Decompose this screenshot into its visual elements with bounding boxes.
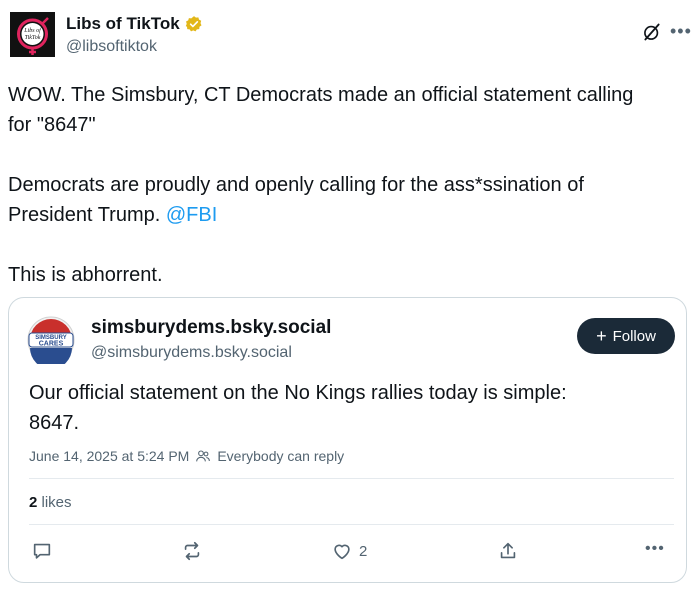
post-line: This is abhorrent. [8, 264, 163, 286]
more-actions-icon[interactable]: ••• [645, 540, 665, 558]
repost-button[interactable] [181, 540, 203, 562]
post-line-text: President Trump. [8, 204, 166, 226]
reply-icon [33, 543, 51, 559]
likes-label: likes [37, 494, 72, 511]
post-line: Democrats are proudly and openly calling… [8, 174, 584, 196]
quoted-meta: June 14, 2025 at 5:24 PM Everybody can r… [29, 448, 344, 464]
post-line: President Trump. @FBI [8, 200, 688, 230]
plus-icon: + [596, 326, 607, 346]
reply-button[interactable] [31, 540, 53, 562]
quoted-text: Our official statement on the No Kings r… [29, 378, 669, 438]
quoted-display-name[interactable]: simsburydems.bsky.social [91, 317, 331, 339]
author-avatar[interactable]: Libs of TikTok [10, 12, 55, 57]
grok-icon[interactable] [642, 22, 662, 42]
libs-of-tiktok-logo: Libs of TikTok [10, 12, 55, 57]
quoted-text-line: Our official statement on the No Kings r… [29, 382, 567, 404]
repost-icon [184, 541, 200, 561]
post-line: for "8647" [8, 114, 96, 136]
author-handle[interactable]: @libsoftiktok [66, 38, 157, 56]
svg-text:Libs of: Libs of [23, 27, 42, 34]
follow-button[interactable]: + Follow [577, 318, 675, 354]
divider [29, 478, 674, 479]
share-icon [500, 542, 516, 559]
divider [29, 524, 674, 525]
quoted-handle[interactable]: @simsburydems.bsky.social [91, 344, 292, 362]
quoted-text-line: 8647. [29, 412, 80, 434]
reply-setting: Everybody can reply [217, 448, 345, 464]
post-line: WOW. The Simsbury, CT Democrats made an … [8, 84, 634, 106]
timestamp[interactable]: June 14, 2025 at 5:24 PM [29, 448, 189, 464]
verified-badge-icon [185, 16, 202, 32]
author-name-row: Libs of TikTok [66, 14, 203, 34]
share-button[interactable] [497, 540, 519, 562]
post-text: WOW. The Simsbury, CT Democrats made an … [8, 80, 688, 290]
embedded-bluesky-post[interactable]: SIMSBURY CARES simsburydems.bsky.social … [8, 297, 687, 583]
follow-label: Follow [612, 327, 656, 345]
like-count: 2 [359, 542, 368, 560]
like-button[interactable]: 2 [331, 540, 367, 562]
action-bar: 2 ••• [9, 534, 686, 574]
simsbury-cares-avatar[interactable]: SIMSBURY CARES [27, 316, 75, 364]
like-icon [334, 544, 350, 560]
fbi-mention-link[interactable]: @FBI [166, 204, 217, 226]
more-icon[interactable]: ••• [670, 22, 692, 40]
author-name[interactable]: Libs of TikTok [66, 14, 180, 34]
svg-text:CARES: CARES [39, 341, 64, 348]
likes-count[interactable]: 2 likes [29, 494, 72, 511]
svg-text:TikTok: TikTok [25, 35, 41, 41]
people-icon [196, 450, 211, 462]
